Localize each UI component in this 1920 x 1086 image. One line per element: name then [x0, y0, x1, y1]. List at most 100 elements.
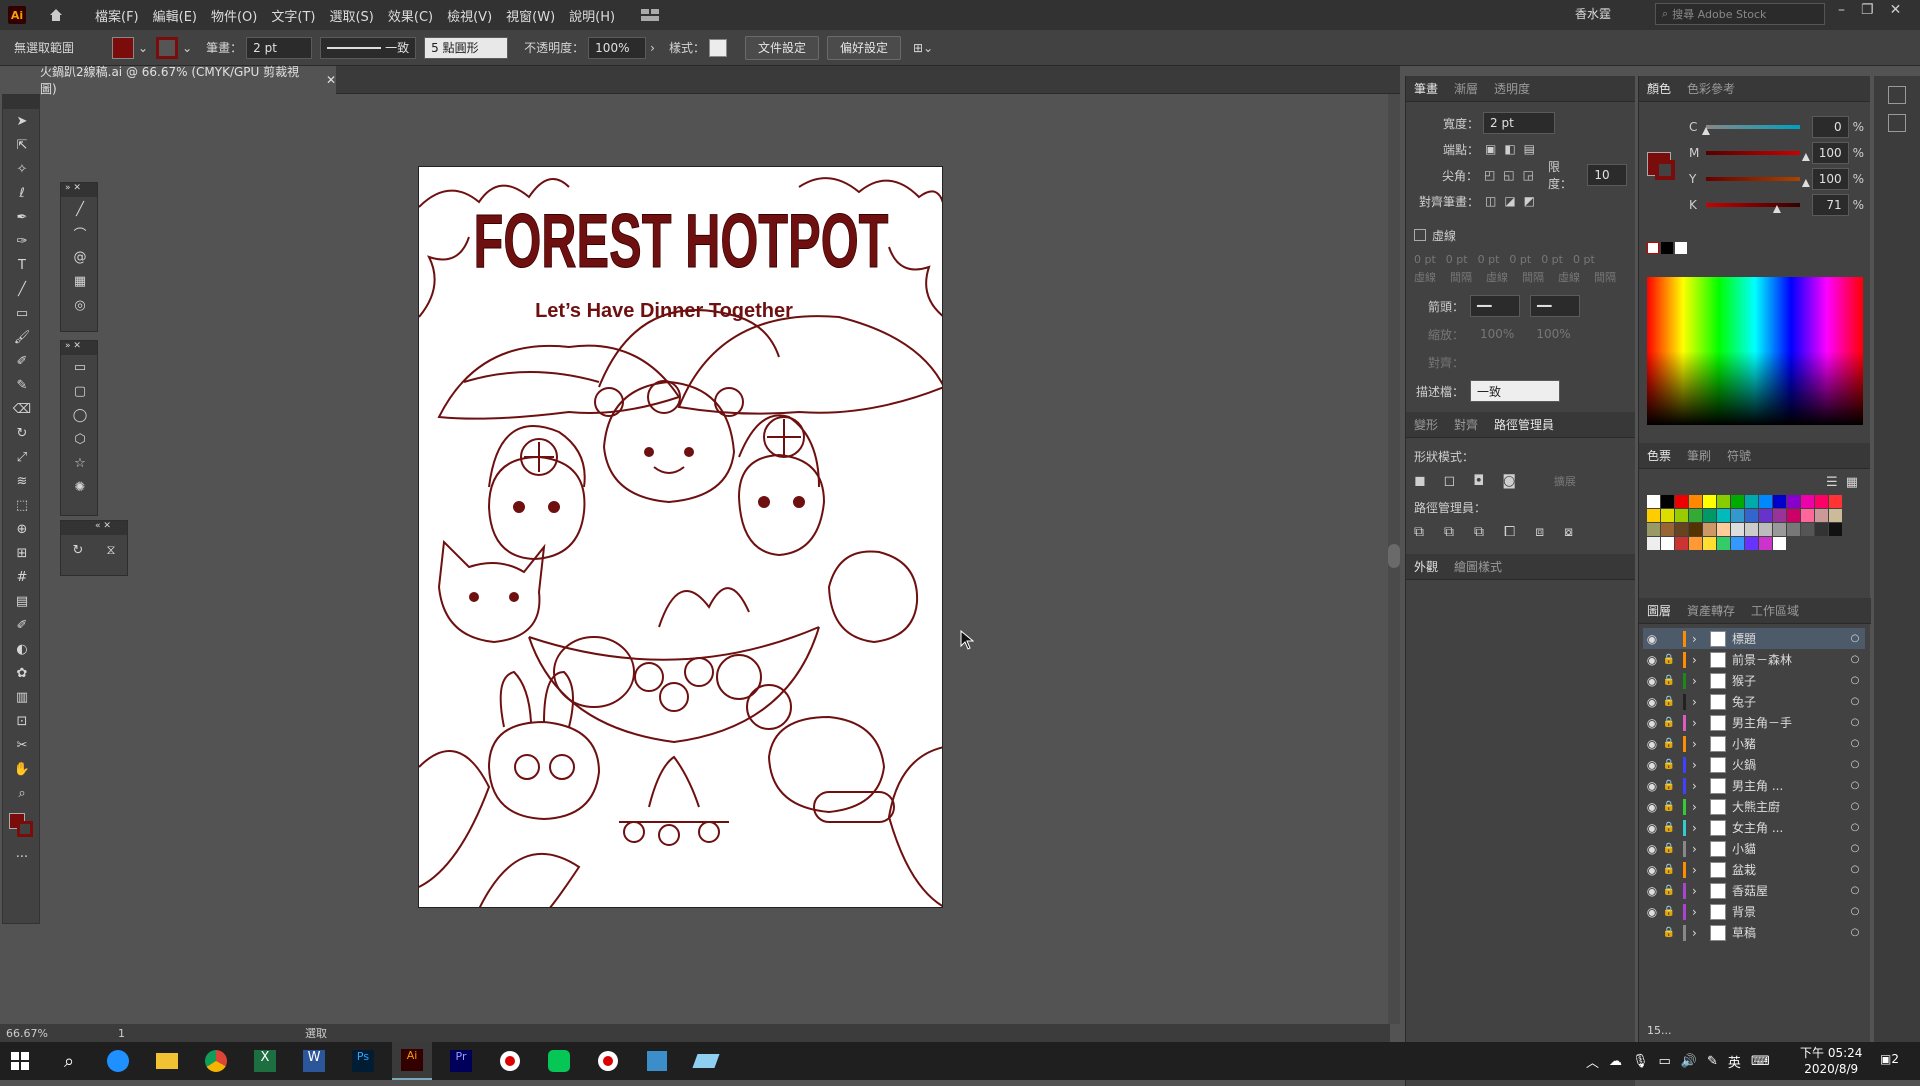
volume-icon[interactable]: 🔊 — [1681, 1054, 1697, 1069]
lock-icon[interactable]: 🔒 — [1661, 780, 1677, 791]
grid-view-icon[interactable]: ▦ — [1846, 475, 1858, 490]
mesh-icon[interactable]: # — [3, 565, 41, 589]
color-swatch[interactable] — [1689, 495, 1702, 508]
tab-symbols[interactable]: 符號 — [1719, 447, 1759, 464]
color-swatch[interactable] — [1815, 523, 1828, 536]
file-explorer-icon[interactable] — [147, 1042, 187, 1080]
corner-buttons[interactable]: ◰◱◲ — [1484, 168, 1542, 182]
ime-indicator[interactable]: 英 — [1728, 1052, 1741, 1071]
lock-icon[interactable]: 🔒 — [1661, 801, 1677, 812]
polygon-icon[interactable]: ⬡ — [61, 427, 99, 451]
minus-front-icon[interactable]: ◻ — [1444, 473, 1456, 489]
dash-value[interactable]: 0 pt — [1446, 253, 1468, 266]
channel-value[interactable]: 100 — [1811, 142, 1849, 164]
perspective-icon[interactable]: ⊞ — [3, 541, 41, 565]
color-swatch[interactable] — [1689, 523, 1702, 536]
color-swatch[interactable] — [1703, 509, 1716, 522]
spiral-icon[interactable]: @ — [61, 245, 99, 269]
tab-color[interactable]: 顏色 — [1639, 80, 1679, 97]
tab-appearance[interactable]: 外觀 — [1406, 558, 1446, 575]
dashed-checkbox[interactable] — [1414, 229, 1426, 241]
color-swatch[interactable] — [1731, 495, 1744, 508]
trim-icon[interactable]: ⧉ — [1444, 524, 1454, 540]
eye-icon[interactable]: ◉ — [1643, 695, 1661, 709]
color-swatch[interactable] — [1787, 495, 1800, 508]
eye-icon[interactable]: ◉ — [1643, 884, 1661, 898]
lock-icon[interactable]: 🔒 — [1661, 759, 1677, 770]
arrowhead-end-select[interactable]: ━━ — [1530, 295, 1580, 317]
layer-name[interactable]: 背景 — [1732, 903, 1845, 920]
layer-row[interactable]: ◉ 🔒 › 背景 ○ — [1643, 901, 1865, 922]
notification-icon[interactable]: ▣2 — [1880, 1052, 1899, 1066]
color-swatch[interactable] — [1731, 509, 1744, 522]
tab-transparency[interactable]: 透明度 — [1486, 80, 1538, 97]
target-icon[interactable]: ○ — [1845, 759, 1865, 770]
color-swatch[interactable] — [1703, 495, 1716, 508]
color-swatch[interactable] — [1745, 495, 1758, 508]
expand-arrow-icon[interactable]: › — [1692, 800, 1704, 814]
curvature-icon[interactable]: ✑ — [3, 229, 41, 253]
color-swatch[interactable] — [1647, 537, 1660, 550]
capture-icon[interactable] — [637, 1042, 677, 1080]
expand-button[interactable]: 擴展 — [1554, 473, 1576, 489]
star-icon[interactable]: ☆ — [61, 451, 99, 475]
lock-icon[interactable]: 🔒 — [1661, 696, 1677, 707]
magic-wand-icon[interactable]: ✧ — [3, 157, 41, 181]
eye-icon[interactable]: ◉ — [1643, 737, 1661, 751]
dash-value[interactable]: 0 pt — [1414, 253, 1436, 266]
chevron-right-icon[interactable]: › — [650, 41, 655, 55]
eye-icon[interactable]: ◉ — [1643, 842, 1661, 856]
menu-item[interactable]: 說明(H) — [562, 6, 622, 25]
color-swatch[interactable] — [1773, 509, 1786, 522]
artboard-icon[interactable]: ⊡ — [3, 709, 41, 733]
menu-item[interactable]: 物件(O) — [204, 6, 264, 25]
layer-row[interactable]: 🔒 › 草稿 ○ — [1643, 922, 1865, 943]
color-swatch[interactable] — [1647, 509, 1660, 522]
layer-name[interactable]: 標題 — [1732, 630, 1845, 647]
close-icon[interactable]: ✕ — [1890, 2, 1902, 18]
none-black-white-swatches[interactable] — [1647, 242, 1687, 254]
tab-graphic-styles[interactable]: 繪圖樣式 — [1446, 558, 1510, 575]
lock-icon[interactable]: 🔒 — [1661, 717, 1677, 728]
document-tab[interactable]: 火鍋趴2線稿.ai @ 66.67% (CMYK/GPU 剪裁視圖) ✕ — [36, 65, 336, 96]
color-swatch[interactable] — [1647, 523, 1660, 536]
tab-brushes[interactable]: 筆刷 — [1679, 447, 1719, 464]
chrome-icon[interactable] — [196, 1042, 236, 1080]
target-icon[interactable]: ○ — [1845, 780, 1865, 791]
align-stroke-buttons[interactable]: ◫◪◩ — [1485, 194, 1543, 208]
color-swatch[interactable] — [1689, 509, 1702, 522]
layer-name[interactable]: 猴子 — [1732, 672, 1845, 689]
clock[interactable]: 下午 05:24 2020/8/9 — [1800, 1045, 1862, 1077]
minus-back-icon[interactable]: ⧇ — [1564, 524, 1573, 540]
vertical-scrollbar[interactable] — [1388, 94, 1400, 1024]
eye-icon[interactable]: ◉ — [1643, 821, 1661, 835]
cap-buttons[interactable]: ▣◧▤ — [1485, 142, 1543, 156]
color-spectrum[interactable] — [1647, 277, 1863, 425]
lock-icon[interactable]: 🔒 — [1661, 843, 1677, 854]
pen-app-icon[interactable] — [686, 1042, 726, 1080]
color-swatch[interactable] — [1675, 523, 1688, 536]
ellipse-icon[interactable]: ◯ — [61, 403, 99, 427]
tab-align[interactable]: 對齊 — [1446, 416, 1486, 433]
layer-row[interactable]: ◉ 🔒 › 火鍋 ○ — [1643, 754, 1865, 775]
premiere-icon[interactable]: Pr — [441, 1042, 481, 1080]
menu-item[interactable]: 文字(T) — [264, 6, 322, 25]
tab-asset-export[interactable]: 資產轉存 — [1679, 602, 1743, 619]
exclude-icon[interactable]: ◙ — [1502, 473, 1516, 489]
tab-color-guide[interactable]: 色彩參考 — [1679, 80, 1743, 97]
dash-value[interactable]: 0 pt — [1478, 253, 1500, 266]
layer-row[interactable]: ◉ 🔒 › 小貓 ○ — [1643, 838, 1865, 859]
eye-icon[interactable]: ◉ — [1643, 800, 1661, 814]
color-swatch[interactable] — [1675, 509, 1688, 522]
color-stroke-swatch[interactable] — [1655, 160, 1675, 180]
zoom-value[interactable]: 66.67% — [6, 1027, 48, 1040]
target-icon[interactable]: ○ — [1845, 738, 1865, 749]
menu-item[interactable]: 選取(S) — [322, 6, 380, 25]
fill-stroke-widget[interactable] — [3, 805, 39, 845]
list-view-icon[interactable]: ☰ — [1826, 475, 1838, 490]
layer-name[interactable]: 女主角 ... — [1732, 819, 1845, 836]
color-swatch[interactable] — [1661, 509, 1674, 522]
target-icon[interactable]: ○ — [1845, 885, 1865, 896]
lock-icon[interactable]: 🔒 — [1661, 906, 1677, 917]
eye-icon[interactable]: ◉ — [1643, 716, 1661, 730]
